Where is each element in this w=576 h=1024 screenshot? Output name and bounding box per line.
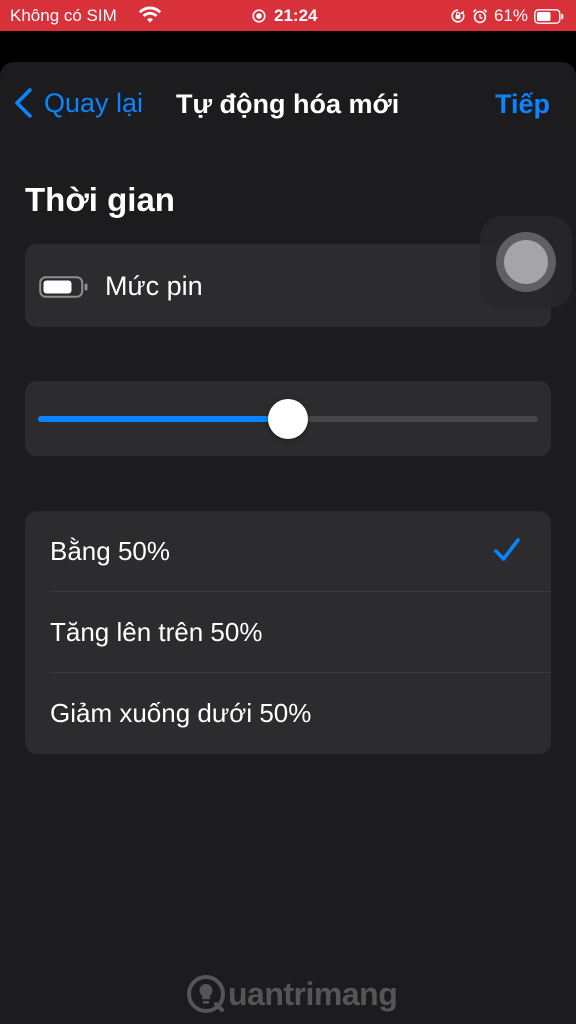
lightbulb-logo-icon	[187, 975, 225, 1013]
option-equal[interactable]: Bằng 50%	[25, 511, 551, 592]
slider-thumb[interactable]	[268, 399, 308, 439]
nav-title: Tự động hóa mới	[176, 89, 400, 119]
alarm-icon	[472, 8, 488, 24]
checkmark-icon	[494, 538, 520, 561]
option-label: Tăng lên trên 50%	[50, 617, 263, 647]
wifi-icon	[138, 6, 162, 23]
screen-recording-icon	[252, 9, 266, 23]
next-button[interactable]: Tiếp	[495, 89, 550, 120]
battery-percent: 61%	[493, 6, 528, 25]
battery-level-label: Mức pin	[105, 271, 203, 301]
battery-level-row[interactable]: Mức pin	[25, 244, 551, 327]
watermark: uantrimang	[186, 974, 398, 1014]
assistive-touch-button[interactable]	[480, 216, 572, 308]
option-label: Giảm xuống dưới 50%	[50, 698, 312, 728]
condition-options: Bằng 50% Tăng lên trên 50% Giảm xuống dư…	[25, 511, 551, 754]
back-label: Quay lại	[44, 87, 144, 118]
battery-level-icon	[39, 276, 88, 298]
battery-icon	[534, 8, 564, 24]
option-falls-below[interactable]: Giảm xuống dưới 50%	[25, 673, 551, 754]
clock: 21:24	[274, 6, 318, 25]
battery-slider-card	[25, 381, 551, 456]
orientation-lock-icon	[451, 9, 465, 23]
back-button[interactable]: Quay lại	[12, 87, 143, 119]
carrier-label: Không có SIM	[10, 6, 117, 25]
slider-fill	[38, 416, 288, 422]
chevron-left-icon	[15, 88, 32, 118]
slider-track[interactable]	[38, 399, 538, 439]
status-bar: Không có SIM 21:24 61%	[0, 0, 576, 31]
option-rises-above[interactable]: Tăng lên trên 50%	[25, 592, 551, 673]
status-center: 21:24	[252, 6, 317, 26]
assistive-touch-core	[504, 240, 548, 284]
section-title: Thời gian	[25, 181, 175, 218]
status-right: 61%	[450, 6, 564, 26]
watermark-text: uantrimang	[228, 975, 398, 1012]
option-label: Bằng 50%	[50, 536, 170, 566]
